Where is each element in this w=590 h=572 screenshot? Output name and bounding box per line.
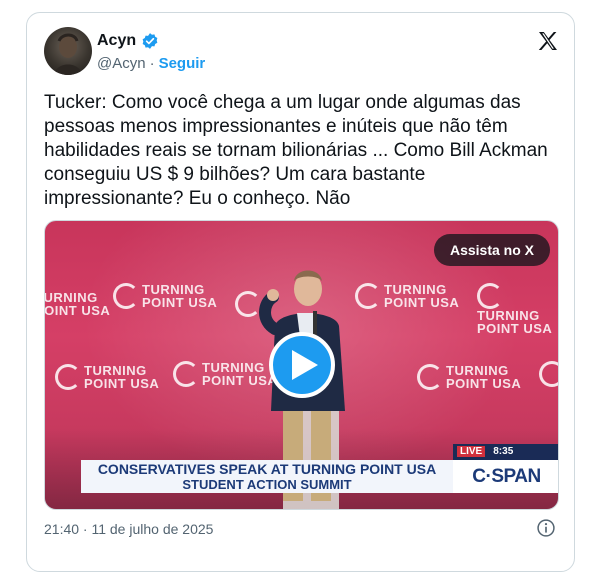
play-button[interactable] [269,332,335,398]
live-badge: LIVE [457,446,486,457]
avatar-image [54,33,82,75]
verified-badge-icon [142,33,158,49]
backdrop-logo: TURNINGPOINT USA [113,283,217,309]
tweet-card: Acyn @Acyn · Seguir Tucker: Como você ch… [26,12,575,572]
x-logo-icon[interactable] [536,29,560,53]
backdrop-logo: TURNINGPOINT USA [44,290,111,318]
follow-button[interactable]: Seguir [159,55,206,72]
backdrop-logo: TURNINGPOINT USA [417,364,521,390]
author-name[interactable]: Acyn [97,32,136,50]
author-handle-row: @Acyn · Seguir [97,55,205,72]
video-player[interactable]: TURNINGPOINT USA TURNINGPOINT USA TURNIN… [44,220,559,510]
tweet-text: Tucker: Como você chega a um lugar onde … [44,92,554,209]
play-icon [291,350,318,380]
backdrop-logo-ring-icon [173,361,199,387]
backdrop-logo-ring-icon [417,364,443,390]
author-handle[interactable]: @Acyn [97,55,146,72]
handle-separator: · [149,55,155,72]
backdrop-logo-ring-icon [539,361,558,387]
post-timestamp[interactable]: 21:40 · 11 de julho de 2025 [44,521,213,537]
author-name-row: Acyn [97,32,159,50]
chyron-subheadline: STUDENT ACTION SUMMIT [182,477,352,492]
network-logo: C·SPAN [453,460,558,493]
watch-on-x-button[interactable]: Assista no X [433,234,550,266]
backdrop-logo [539,361,558,387]
tv-chyron: CONSERVATIVES SPEAK AT TURNING POINT USA… [81,460,453,493]
broadcast-clock: 8:35 [493,446,514,457]
backdrop-logo: TURNINGPOINT USA [55,364,159,390]
backdrop-logo-ring-icon [113,283,139,309]
live-indicator: LIVE 8:35 [453,444,558,460]
backdrop-logo-ring-icon [55,364,81,390]
avatar[interactable] [44,27,92,75]
info-icon[interactable] [536,518,556,538]
chyron-headline: CONSERVATIVES SPEAK AT TURNING POINT USA [97,461,437,477]
backdrop-logo: TURNINGPOINT USA [355,283,459,309]
backdrop-logo-ring-icon [477,283,503,309]
backdrop-logo: TURNINGPOINT USA [477,283,558,335]
